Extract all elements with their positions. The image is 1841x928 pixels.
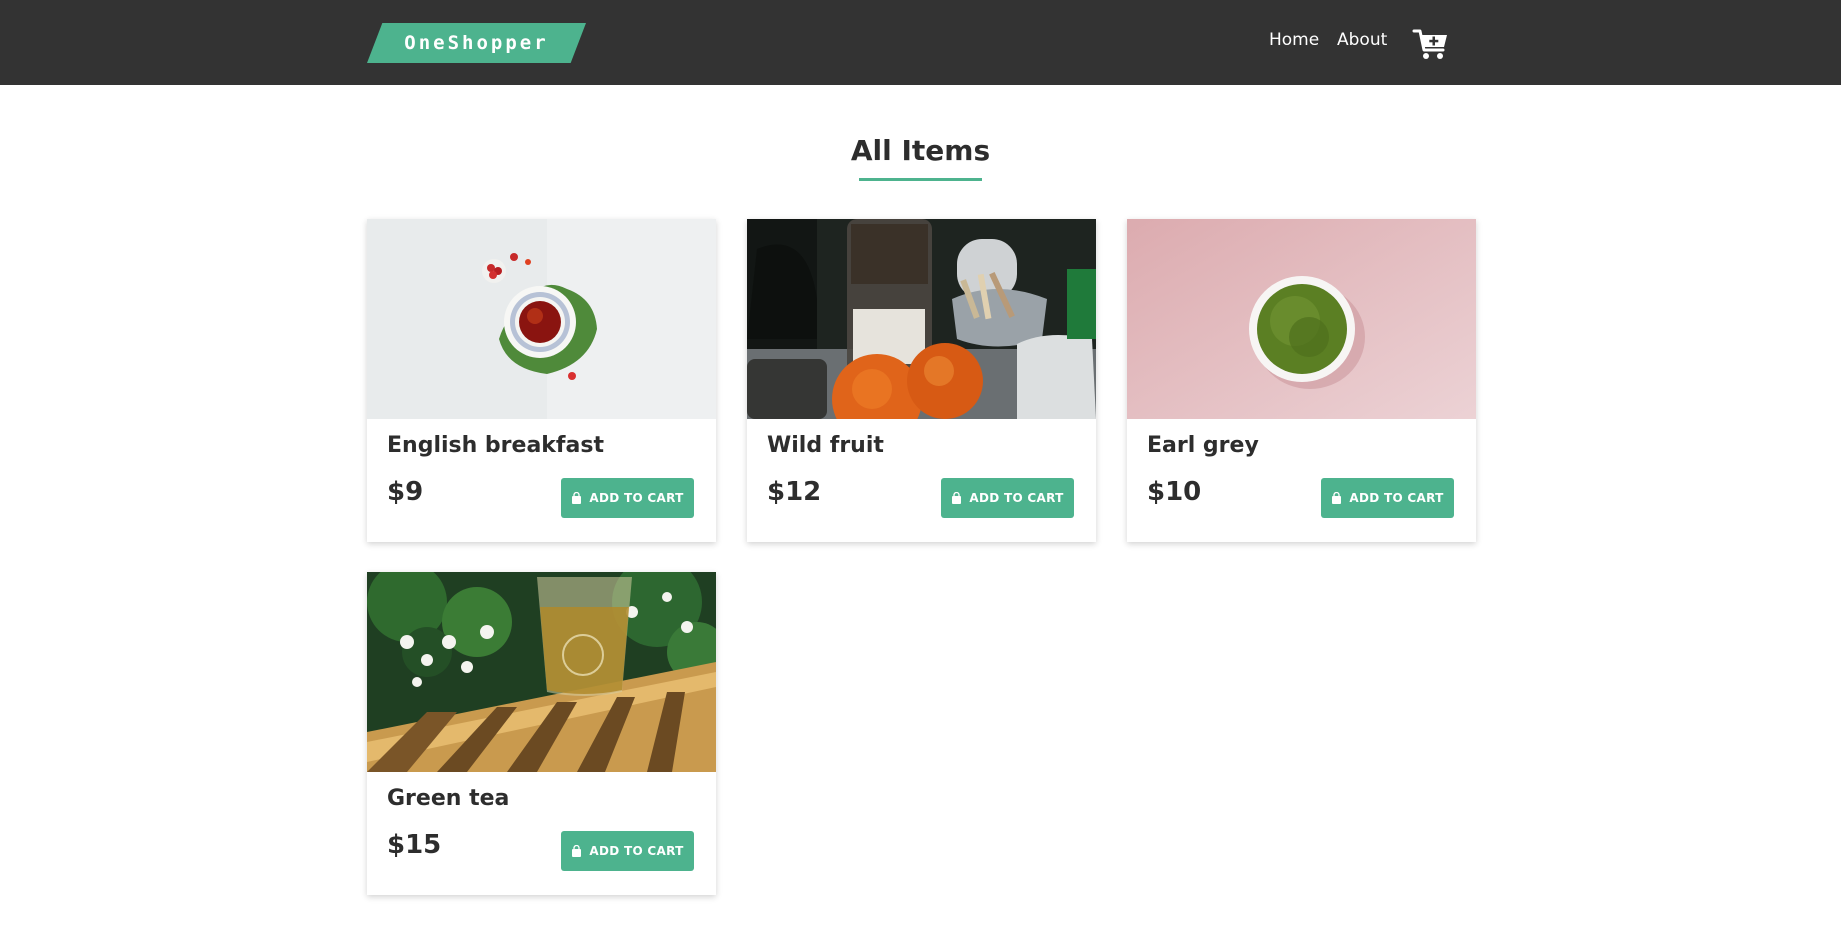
brand-logo[interactable]: OneShopper	[367, 23, 586, 63]
cart-plus-icon[interactable]	[1412, 26, 1450, 62]
shopping-bag-icon	[572, 845, 582, 857]
page-title: All Items	[850, 134, 991, 167]
nav-link-about[interactable]: About	[1337, 30, 1387, 50]
product-name: Earl grey	[1147, 433, 1259, 458]
product-card: English breakfast $9 ADD TO CART	[367, 219, 716, 542]
add-to-cart-button[interactable]: ADD TO CART	[1321, 478, 1454, 518]
product-card: Green tea $15 ADD TO CART	[367, 572, 716, 895]
product-image[interactable]	[367, 572, 716, 772]
add-to-cart-button[interactable]: ADD TO CART	[561, 478, 694, 518]
product-name: Wild fruit	[767, 433, 884, 458]
product-image[interactable]	[367, 219, 716, 419]
add-to-cart-label: ADD TO CART	[589, 491, 684, 505]
product-name: English breakfast	[387, 433, 604, 458]
shopping-bag-icon	[952, 492, 962, 504]
brand-name: OneShopper	[404, 32, 549, 54]
product-card: Earl grey $10 ADD TO CART	[1127, 219, 1476, 542]
product-price: $10	[1147, 477, 1202, 507]
nav-link-home[interactable]: Home	[1269, 30, 1319, 50]
product-image[interactable]	[747, 219, 1096, 419]
product-price: $15	[387, 830, 442, 860]
product-card: Wild fruit $12 ADD TO CART	[747, 219, 1096, 542]
add-to-cart-button[interactable]: ADD TO CART	[941, 478, 1074, 518]
navbar: OneShopper Home About	[0, 0, 1841, 85]
product-name: Green tea	[387, 786, 510, 811]
add-to-cart-label: ADD TO CART	[589, 844, 684, 858]
shopping-bag-icon	[1332, 492, 1342, 504]
product-price: $12	[767, 477, 822, 507]
add-to-cart-label: ADD TO CART	[1349, 491, 1444, 505]
add-to-cart-button[interactable]: ADD TO CART	[561, 831, 694, 871]
add-to-cart-label: ADD TO CART	[969, 491, 1064, 505]
product-price: $9	[387, 477, 424, 507]
title-underline	[859, 178, 982, 181]
product-image[interactable]	[1127, 219, 1476, 419]
shopping-bag-icon	[572, 492, 582, 504]
